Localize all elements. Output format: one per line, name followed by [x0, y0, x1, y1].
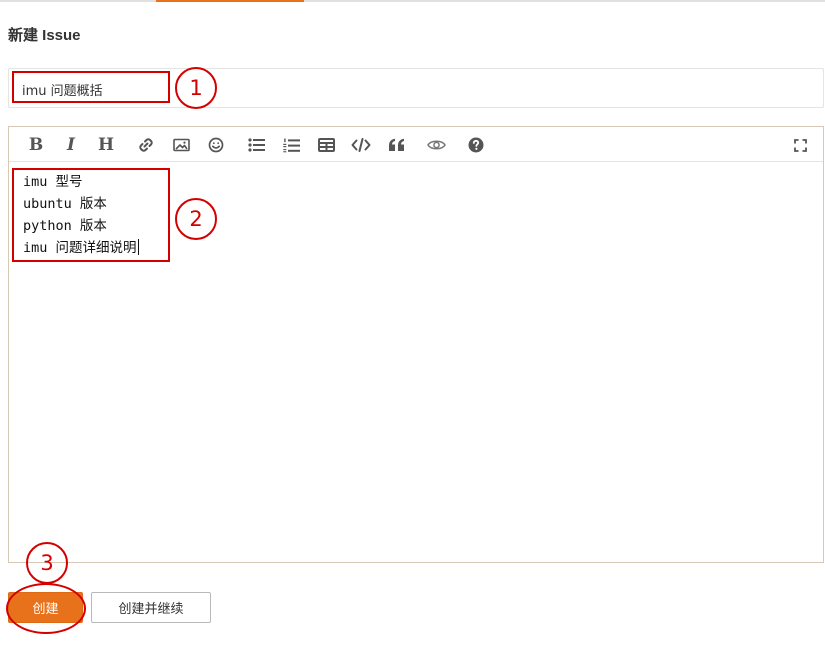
annotation-circle-2: 2: [175, 198, 217, 240]
annotation-box-2: [12, 168, 170, 262]
annotation-circle-1: 1: [175, 67, 217, 109]
quote-button[interactable]: [384, 133, 408, 157]
link-icon: [139, 138, 153, 152]
bold-button[interactable]: B: [24, 133, 48, 157]
italic-icon: I: [67, 135, 75, 155]
top-divider: [0, 0, 825, 2]
table-button[interactable]: [314, 133, 338, 157]
help-icon: [468, 137, 484, 153]
annotation-circle-3: 3: [26, 542, 68, 584]
code-icon: [351, 138, 371, 152]
help-button[interactable]: [464, 133, 488, 157]
heading-button[interactable]: H: [94, 133, 118, 157]
heading-icon: H: [97, 135, 115, 155]
link-button[interactable]: [134, 133, 158, 157]
editor-toolbar: B I H: [9, 127, 823, 162]
preview-button[interactable]: [424, 133, 448, 157]
create-and-continue-button[interactable]: 创建并继续: [91, 592, 211, 623]
bold-icon: B: [28, 135, 44, 155]
italic-button[interactable]: I: [59, 133, 83, 157]
annotation-box-1: [12, 71, 170, 103]
fullscreen-button[interactable]: [788, 133, 812, 157]
emoji-button[interactable]: [204, 133, 228, 157]
emoji-icon: [208, 137, 224, 153]
preview-eye-icon: [426, 140, 446, 150]
bullet-list-button[interactable]: [244, 133, 268, 157]
annotation-ellipse-3: [6, 583, 86, 634]
image-button[interactable]: [169, 133, 193, 157]
ordered-list-button[interactable]: [279, 133, 303, 157]
quote-icon: [388, 138, 404, 151]
ordered-list-icon: [282, 138, 300, 152]
fullscreen-icon: [793, 138, 807, 152]
bullet-list-icon: [247, 138, 265, 152]
image-icon: [172, 138, 190, 152]
page-title: 新建 Issue: [8, 27, 81, 44]
table-icon: [317, 138, 335, 152]
active-tab-indicator: [156, 0, 304, 2]
code-button[interactable]: [349, 133, 373, 157]
